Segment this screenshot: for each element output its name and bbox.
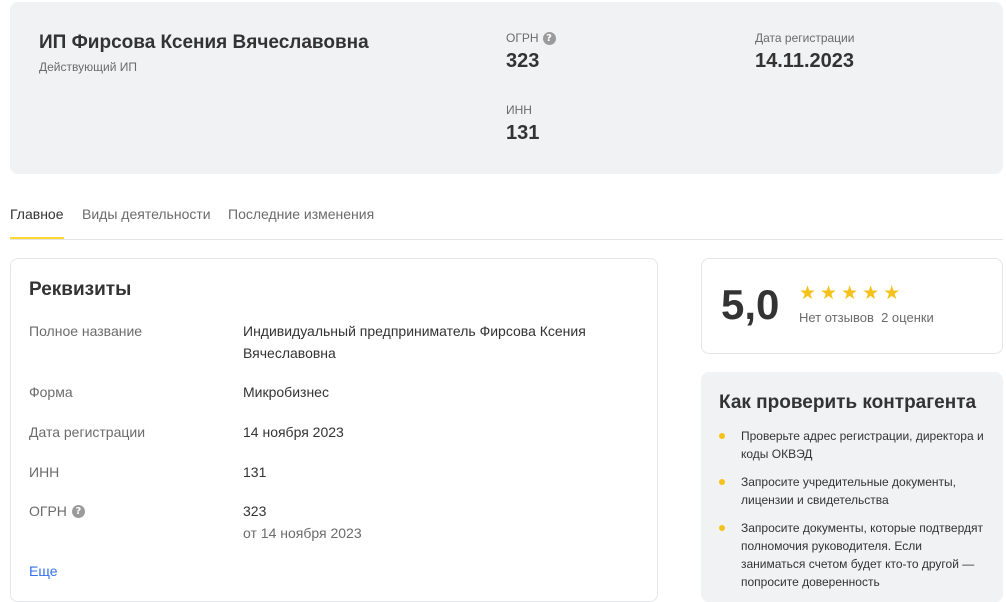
ogrn-label-text: ОГРН [29, 503, 67, 519]
star-icon: ★ [799, 283, 817, 304]
tab-activities[interactable]: Виды деятельности [82, 206, 211, 239]
star-icon: ★ [862, 283, 880, 304]
company-name: ИП Фирсова Ксения Вячеславовна [39, 32, 369, 53]
rating-score: 5,0 [721, 281, 780, 328]
question-circle-icon[interactable]: ? [542, 31, 556, 45]
list-item: Запросите учредительные документы, лицен… [719, 473, 989, 509]
check-item-text: Запросите учредительные документы, лицен… [741, 475, 956, 507]
form-label: Форма [29, 384, 73, 400]
reg-date-value: 14 ноября 2023 [243, 424, 344, 440]
ogrn-header-label-text: ОГРН [506, 31, 539, 45]
form-value: Микробизнес [243, 384, 329, 400]
inn-value: 131 [243, 464, 267, 480]
ogrn-header-label: ОГРН ? [506, 31, 556, 45]
requisites-title: Реквизиты [29, 279, 132, 300]
ratings-count[interactable]: 2 оценки [881, 310, 934, 325]
question-circle-icon[interactable]: ? [71, 504, 85, 518]
check-counterparty-card: Как проверить контрагента Проверьте адре… [701, 372, 1003, 602]
ogrn-value: 323 [243, 503, 267, 519]
full-name-label: Полное название [29, 323, 143, 339]
star-icon: ★ [841, 283, 859, 304]
check-title: Как проверить контрагента [719, 392, 977, 413]
rating-stars: ★ ★ ★ ★ ★ [799, 284, 900, 304]
inn-header-value: 131 [506, 122, 540, 144]
rating-card: 5,0 ★ ★ ★ ★ ★ Нет отзывов 2 оценки [701, 258, 1003, 354]
check-item-text: Проверьте адрес регистрации, директора и… [741, 429, 984, 461]
requisites-card: Реквизиты Полное название Индивидуальный… [10, 258, 658, 602]
star-icon: ★ [820, 283, 838, 304]
inn-label: ИНН [29, 464, 60, 480]
tabs-bar: Главное Виды деятельности Последние изме… [10, 196, 1003, 240]
bullet-icon [719, 433, 725, 439]
bullet-icon [719, 525, 725, 531]
bullet-icon [719, 479, 725, 485]
inn-header-label: ИНН [506, 103, 532, 117]
check-item-text: Запросите документы, которые подтвердят … [741, 521, 983, 589]
company-status: Действующий ИП [39, 60, 137, 74]
full-name-value: Индивидуальный предприниматель Фирсова К… [243, 323, 586, 361]
reg-date-header-value: 14.11.2023 [755, 50, 854, 72]
reg-date-label: Дата регистрации [29, 424, 146, 440]
reviews-count[interactable]: Нет отзывов [799, 310, 874, 325]
list-item: Запросите документы, которые подтвердят … [719, 519, 989, 591]
star-icon: ★ [883, 283, 901, 304]
ogrn-header-value: 323 [506, 50, 540, 72]
ogrn-label: ОГРН ? [29, 503, 85, 519]
ogrn-value-block: 323 от 14 ноября 2023 [243, 500, 623, 544]
tab-recent-changes[interactable]: Последние изменения [228, 206, 374, 239]
tab-main[interactable]: Главное [10, 206, 64, 239]
list-item: Проверьте адрес регистрации, директора и… [719, 427, 989, 463]
reg-date-header-label: Дата регистрации [755, 31, 855, 45]
rating-subtext: Нет отзывов 2 оценки [799, 310, 934, 325]
company-header-card: ИП Фирсова Ксения Вячеславовна Действующ… [10, 2, 1003, 174]
more-link[interactable]: Еще [29, 563, 58, 579]
ogrn-date: от 14 ноября 2023 [243, 525, 362, 541]
